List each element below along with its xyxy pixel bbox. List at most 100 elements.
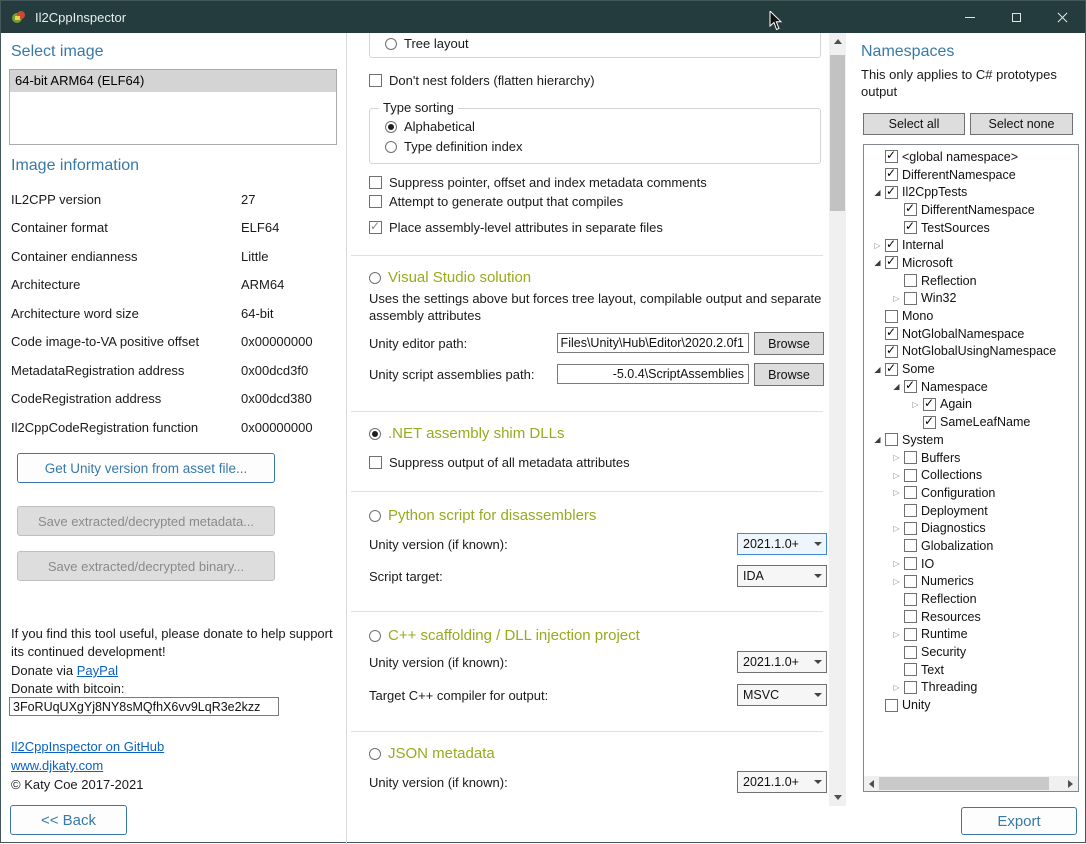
python-script-radio[interactable] [369, 510, 381, 522]
sort-alphabetical-option[interactable]: Alphabetical [385, 119, 475, 134]
select-all-button[interactable]: Select all [863, 113, 965, 135]
paypal-link[interactable]: PayPal [77, 663, 118, 678]
image-listbox[interactable]: 64-bit ARM64 (ELF64) [9, 69, 337, 145]
unity-editor-path-input[interactable]: m Files\Unity\Hub\Editor\2020.2.0f1 [557, 333, 749, 353]
namespace-tree-item[interactable]: ▷Buffers [864, 449, 1078, 467]
tree-layout-option[interactable]: Tree layout [385, 36, 469, 51]
cpp-unity-version-select[interactable]: 2021.1.0+ [737, 651, 827, 673]
tree-horizontal-scrollbar[interactable] [864, 776, 1078, 791]
namespace-checkbox[interactable] [904, 486, 917, 499]
namespace-tree-item[interactable]: TestSources [864, 219, 1078, 237]
expand-toggle-icon[interactable]: ▷ [889, 577, 904, 586]
sort-index-option[interactable]: Type definition index [385, 139, 523, 154]
github-link[interactable]: Il2CppInspector on GitHub [11, 739, 164, 754]
namespace-tree-item[interactable]: ▷IO [864, 555, 1078, 573]
expand-toggle-icon[interactable]: ▷ [889, 683, 904, 692]
namespace-checkbox[interactable] [885, 345, 898, 358]
collapse-toggle-icon[interactable]: ◢ [870, 365, 885, 374]
namespace-checkbox[interactable] [904, 663, 917, 676]
namespace-checkbox[interactable] [904, 203, 917, 216]
expand-toggle-icon[interactable]: ▷ [889, 524, 904, 533]
expand-toggle-icon[interactable]: ▷ [889, 453, 904, 462]
namespace-checkbox[interactable] [885, 363, 898, 376]
namespace-checkbox[interactable] [885, 256, 898, 269]
options-scrollbar[interactable] [829, 33, 846, 806]
namespace-tree-item[interactable]: ▷Again [864, 396, 1078, 414]
namespace-checkbox[interactable] [904, 292, 917, 305]
maximize-button[interactable] [993, 1, 1039, 33]
vs-solution-option[interactable]: Visual Studio solution [369, 269, 531, 286]
collapse-toggle-icon[interactable]: ◢ [889, 382, 904, 391]
flatten-checkbox[interactable] [369, 74, 382, 87]
save-binary-button[interactable]: Save extracted/decrypted binary... [17, 551, 275, 581]
suppress-metadata-option[interactable]: Suppress pointer, offset and index metad… [369, 175, 707, 190]
close-button[interactable] [1039, 1, 1085, 33]
compilable-output-option[interactable]: Attempt to generate output that compiles [369, 194, 623, 209]
namespace-checkbox[interactable] [904, 469, 917, 482]
python-unity-version-select[interactable]: 2021.1.0+ [737, 533, 827, 555]
expand-toggle-icon[interactable]: ▷ [870, 241, 885, 250]
namespace-tree-item[interactable]: NotGlobalUsingNamespace [864, 343, 1078, 361]
namespace-tree-item[interactable]: Resources [864, 608, 1078, 626]
image-list-item[interactable]: 64-bit ARM64 (ELF64) [10, 70, 336, 92]
cpp-scaffolding-radio[interactable] [369, 630, 381, 642]
export-button[interactable]: Export [961, 807, 1077, 835]
suppress-metadata-checkbox[interactable] [369, 176, 382, 189]
expand-toggle-icon[interactable]: ▷ [889, 471, 904, 480]
expand-toggle-icon[interactable]: ▷ [908, 400, 923, 409]
expand-toggle-icon[interactable]: ▷ [889, 488, 904, 497]
cpp-compiler-select[interactable]: MSVC [737, 684, 827, 706]
namespace-checkbox[interactable] [885, 310, 898, 323]
namespace-tree-item[interactable]: ◢Microsoft [864, 254, 1078, 272]
namespace-tree-item[interactable]: Reflection [864, 272, 1078, 290]
scroll-down-button[interactable] [829, 789, 846, 806]
compilable-output-checkbox[interactable] [369, 195, 382, 208]
suppress-attributes-checkbox[interactable] [369, 456, 382, 469]
python-script-option[interactable]: Python script for disassemblers [369, 507, 596, 524]
namespace-tree-item[interactable]: ▷Runtime [864, 626, 1078, 644]
collapse-toggle-icon[interactable]: ◢ [870, 258, 885, 267]
get-unity-version-button[interactable]: Get Unity version from asset file... [17, 453, 275, 483]
namespace-tree-item[interactable]: ▷Threading [864, 679, 1078, 697]
sort-alphabetical-radio[interactable] [385, 121, 397, 133]
scroll-left-button[interactable] [864, 776, 879, 791]
namespace-checkbox[interactable] [904, 274, 917, 287]
namespace-checkbox[interactable] [904, 557, 917, 570]
expand-toggle-icon[interactable]: ▷ [889, 294, 904, 303]
namespace-tree-item[interactable]: Reflection [864, 590, 1078, 608]
bitcoin-address-input[interactable] [9, 697, 279, 716]
back-button[interactable]: << Back [10, 805, 127, 835]
namespace-checkbox[interactable] [923, 416, 936, 429]
namespace-tree-item[interactable]: ◢Il2CppTests [864, 183, 1078, 201]
namespace-checkbox[interactable] [885, 168, 898, 181]
namespace-checkbox[interactable] [904, 451, 917, 464]
namespace-checkbox[interactable] [904, 646, 917, 659]
namespace-tree-item[interactable]: ◢Namespace [864, 378, 1078, 396]
script-target-select[interactable]: IDA [737, 565, 827, 587]
namespace-checkbox[interactable] [904, 628, 917, 641]
namespace-tree-item[interactable]: ▷Numerics [864, 573, 1078, 591]
namespace-checkbox[interactable] [904, 522, 917, 535]
namespace-tree-item[interactable]: ▷Collections [864, 466, 1078, 484]
namespace-checkbox[interactable] [904, 380, 917, 393]
namespace-checkbox[interactable] [904, 593, 917, 606]
namespace-checkbox[interactable] [885, 239, 898, 252]
namespace-checkbox[interactable] [904, 681, 917, 694]
shim-dlls-option[interactable]: .NET assembly shim DLLs [369, 425, 564, 442]
tree-layout-radio[interactable] [385, 38, 397, 50]
namespace-tree-item[interactable]: ◢Some [864, 360, 1078, 378]
namespace-tree-item[interactable]: DifferentNamespace [864, 166, 1078, 184]
namespace-checkbox[interactable] [904, 575, 917, 588]
namespace-checkbox[interactable] [885, 327, 898, 340]
scrollbar-thumb[interactable] [830, 55, 845, 211]
namespace-checkbox[interactable] [904, 610, 917, 623]
namespace-tree-item[interactable]: Globalization [864, 537, 1078, 555]
scroll-up-button[interactable] [829, 33, 846, 50]
expand-toggle-icon[interactable]: ▷ [889, 559, 904, 568]
namespace-checkbox[interactable] [923, 398, 936, 411]
json-metadata-option[interactable]: JSON metadata [369, 745, 495, 762]
namespace-tree-item[interactable]: ▷Diagnostics [864, 519, 1078, 537]
vs-solution-radio[interactable] [369, 272, 381, 284]
scroll-right-button[interactable] [1063, 776, 1078, 791]
namespace-tree-item[interactable]: NotGlobalNamespace [864, 325, 1078, 343]
